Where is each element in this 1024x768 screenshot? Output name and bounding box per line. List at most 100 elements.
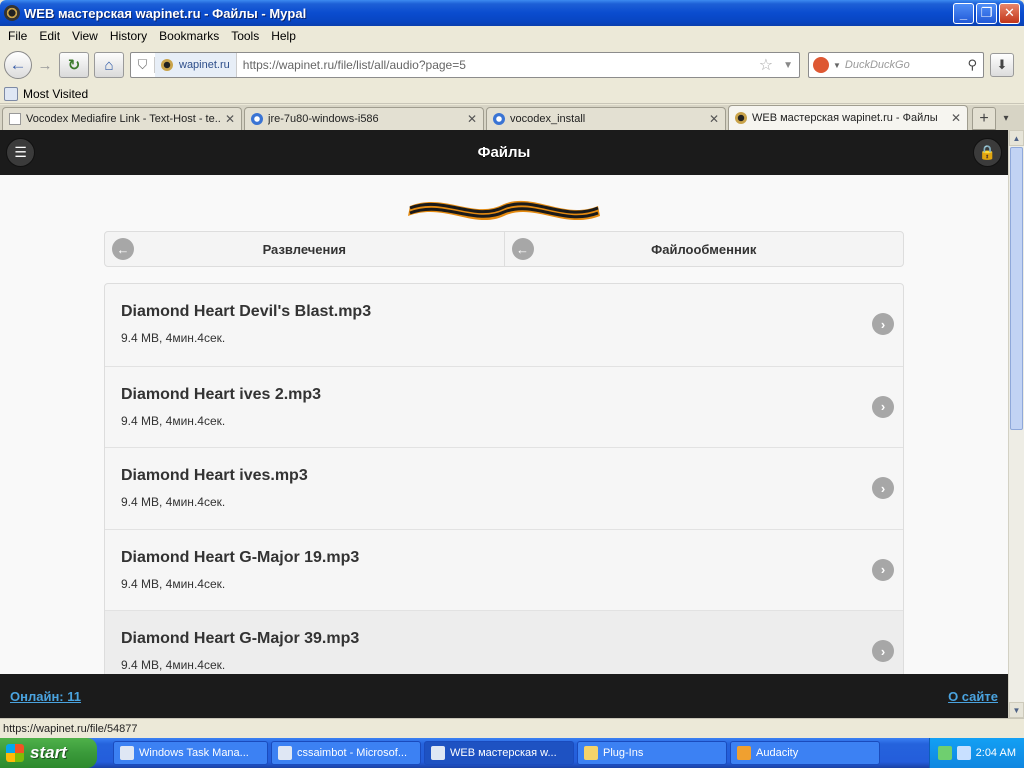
arrow-down-icon: ▼ bbox=[1012, 705, 1021, 715]
tab-list-button[interactable]: ▾ bbox=[998, 107, 1014, 130]
bookmark-folder-icon bbox=[4, 86, 18, 101]
vertical-scrollbar[interactable]: ▲ ▼ bbox=[1008, 130, 1024, 718]
taskbar-item-label: Windows Task Mana... bbox=[139, 747, 249, 759]
window-title: WEB мастерская wapinet.ru - Файлы - Mypa… bbox=[24, 5, 307, 21]
reload-button[interactable]: ↻ bbox=[59, 52, 89, 78]
new-tab-button[interactable]: + bbox=[972, 107, 996, 130]
chevron-down-icon: ▾ bbox=[1003, 113, 1009, 124]
menu-button[interactable]: ☰ bbox=[6, 138, 35, 167]
taskbar-item-audacity[interactable]: Audacity bbox=[730, 741, 880, 765]
page-icon bbox=[9, 113, 21, 125]
file-name: Diamond Heart Devil's Blast.mp3 bbox=[121, 303, 372, 320]
file-meta: 9.4 MB, 4мин.4сек. bbox=[121, 658, 226, 672]
arrow-right-icon: → bbox=[37, 56, 53, 74]
tab-jre[interactable]: jre-7u80-windows-i586 ✕ bbox=[244, 107, 484, 130]
folder-icon bbox=[584, 746, 598, 760]
tray-app-icon[interactable] bbox=[937, 746, 952, 760]
st-george-ribbon-image bbox=[408, 200, 600, 221]
file-list-item[interactable]: Diamond Heart ives.mp3 9.4 MB, 4мин.4сек… bbox=[105, 447, 903, 529]
tab-label: Vocodex Mediafire Link - Text-Host - te.… bbox=[26, 113, 221, 125]
tab-wapinet-files[interactable]: WEB мастерская wapinet.ru - Файлы ✕ bbox=[728, 105, 968, 130]
nav-button-label: Файлообменник bbox=[651, 241, 757, 257]
taskbar-item-plugins[interactable]: Plug-Ins bbox=[577, 741, 727, 765]
scroll-thumb[interactable] bbox=[1010, 147, 1023, 430]
tab-close-icon[interactable]: ✕ bbox=[225, 112, 235, 126]
file-name: Diamond Heart G-Major 19.mp3 bbox=[121, 548, 360, 566]
clock[interactable]: 2:04 AM bbox=[976, 747, 1016, 759]
tab-strip: Vocodex Mediafire Link - Text-Host - te.… bbox=[0, 105, 1024, 130]
login-button[interactable]: 🔒 bbox=[973, 138, 1002, 167]
file-name: Diamond Heart ives.mp3 bbox=[121, 467, 308, 484]
close-button[interactable]: ✕ bbox=[999, 2, 1020, 24]
status-bar: https://wapinet.ru/file/54877 bbox=[0, 718, 1024, 738]
site-identity[interactable]: wapinet.ru bbox=[155, 53, 237, 77]
tab-vocodex-mediafire[interactable]: Vocodex Mediafire Link - Text-Host - te.… bbox=[2, 107, 242, 130]
start-button[interactable]: start bbox=[0, 738, 97, 768]
file-list-item[interactable]: Diamond Heart G-Major 19.mp3 9.4 MB, 4ми… bbox=[105, 528, 903, 611]
about-site-link[interactable]: О сайте bbox=[948, 689, 998, 704]
home-icon: ⌂ bbox=[104, 56, 114, 74]
shield-icon[interactable]: ⛉ bbox=[131, 57, 155, 73]
window-title-bar[interactable]: WEB мастерская wapinet.ru - Файлы - Mypa… bbox=[0, 0, 1024, 26]
minimize-button[interactable]: _ bbox=[953, 2, 974, 24]
arrow-left-circle-icon: ← bbox=[112, 238, 134, 260]
duckduckgo-icon[interactable] bbox=[813, 57, 829, 73]
taskbar-item-cssaimbot[interactable]: cssaimbot - Microsof... bbox=[271, 741, 421, 765]
search-engine-dropdown-icon[interactable]: ▼ bbox=[833, 61, 841, 70]
search-icon[interactable]: ⚲ bbox=[967, 57, 983, 73]
online-count-link[interactable]: Онлайн: 11 bbox=[10, 689, 81, 704]
chevron-right-icon: › bbox=[872, 640, 894, 662]
address-bar[interactable]: ⛉ wapinet.ru https://wapinet.ru/file/lis… bbox=[130, 52, 800, 78]
menu-view[interactable]: View bbox=[66, 29, 104, 43]
app-icon bbox=[4, 5, 20, 21]
tab-close-icon[interactable]: ✕ bbox=[951, 111, 961, 125]
plus-icon: + bbox=[979, 109, 989, 127]
menu-bookmarks[interactable]: Bookmarks bbox=[153, 29, 225, 43]
tab-close-icon[interactable]: ✕ bbox=[709, 112, 719, 126]
menu-help[interactable]: Help bbox=[265, 29, 302, 43]
home-button[interactable]: ⌂ bbox=[94, 52, 124, 78]
arrow-up-icon: ▲ bbox=[1012, 133, 1021, 143]
reload-icon: ↻ bbox=[67, 57, 81, 74]
menu-tools[interactable]: Tools bbox=[225, 29, 265, 43]
tab-label: jre-7u80-windows-i586 bbox=[268, 113, 379, 125]
scroll-down-button[interactable]: ▼ bbox=[1009, 702, 1024, 718]
taskbar-item-label: WEB мастерская w... bbox=[450, 747, 557, 759]
tab-vocodex-install[interactable]: vocodex_install ✕ bbox=[486, 107, 726, 130]
scroll-up-button[interactable]: ▲ bbox=[1009, 130, 1024, 146]
taskbar-item-mypal[interactable]: WEB мастерская w... bbox=[424, 741, 574, 765]
menu-file[interactable]: File bbox=[2, 29, 33, 43]
back-to-file-exchange-button[interactable]: ← Файлообменник bbox=[503, 232, 904, 266]
start-label: start bbox=[30, 743, 67, 762]
back-button[interactable]: ← bbox=[4, 51, 32, 79]
menu-edit[interactable]: Edit bbox=[33, 29, 66, 43]
navigation-toolbar: ← → ↻ ⌂ ⛉ wapinet.ru https://wapinet.ru/… bbox=[0, 46, 1024, 84]
hamburger-icon: ☰ bbox=[14, 144, 27, 160]
chevron-right-icon: › bbox=[872, 477, 894, 499]
blue-icon bbox=[493, 113, 505, 125]
back-to-entertainment-button[interactable]: ← Развлечения bbox=[105, 232, 504, 266]
file-meta: 9.4 MB, 4мин.4сек. bbox=[121, 413, 226, 428]
forward-button[interactable]: → bbox=[36, 57, 54, 74]
maximize-button[interactable]: ❐ bbox=[976, 2, 997, 24]
most-visited-bookmark[interactable]: Most Visited bbox=[23, 87, 88, 101]
bookmark-star-icon[interactable]: ☆ bbox=[755, 55, 777, 75]
file-meta: 9.4 MB, 4мин.4сек. bbox=[121, 331, 226, 345]
nav-button-label: Развлечения bbox=[262, 241, 346, 257]
menu-history[interactable]: History bbox=[104, 29, 153, 43]
network-icon[interactable] bbox=[956, 746, 971, 760]
url-dropdown-icon[interactable]: ▼ bbox=[777, 60, 799, 71]
url-input[interactable]: https://wapinet.ru/file/list/all/audio?p… bbox=[237, 58, 755, 72]
search-box[interactable]: ▼ DuckDuckGo ⚲ bbox=[808, 52, 984, 78]
system-tray: 2:04 AM bbox=[928, 738, 1024, 768]
status-text: https://wapinet.ru/file/54877 bbox=[3, 722, 138, 735]
tab-close-icon[interactable]: ✕ bbox=[467, 112, 477, 126]
page-header: ☰ Файлы 🔒 bbox=[0, 130, 1008, 175]
downloads-button[interactable]: ⬇ bbox=[990, 53, 1014, 77]
taskbar-item-task-manager[interactable]: Windows Task Mana... bbox=[113, 741, 268, 765]
mypal-icon bbox=[431, 746, 445, 760]
taskbar-item-label: cssaimbot - Microsof... bbox=[297, 747, 408, 759]
file-list-item[interactable]: Diamond Heart Devil's Blast.mp3 9.4 MB, … bbox=[105, 284, 903, 366]
file-list-item[interactable]: Diamond Heart ives 2.mp3 9.4 MB, 4мин.4с… bbox=[105, 365, 903, 448]
search-input[interactable]: DuckDuckGo bbox=[845, 59, 968, 71]
